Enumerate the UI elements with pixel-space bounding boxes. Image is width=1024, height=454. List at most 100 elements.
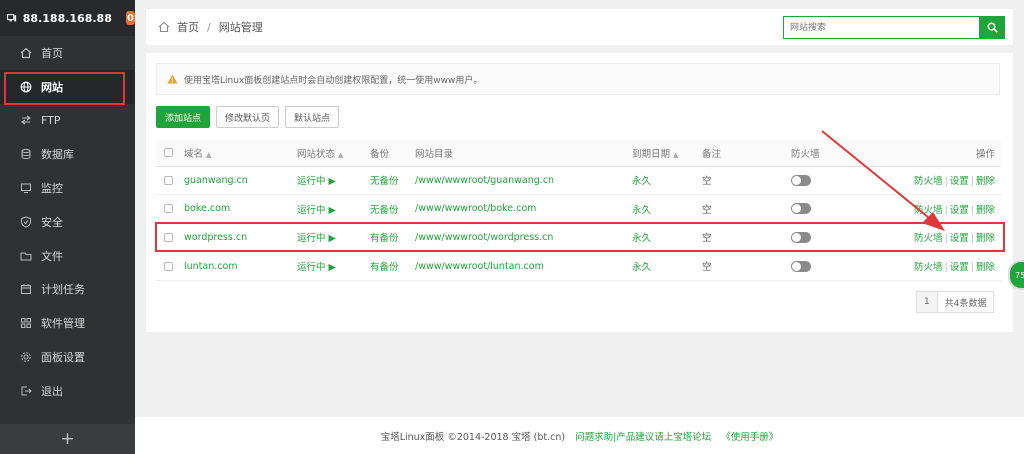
site-expire[interactable]: 永久	[632, 194, 702, 224]
table-row: boke.com 运行中 ▶ 无备份 /www/wwwroot/boke.com…	[156, 194, 1001, 224]
breadcrumb-home[interactable]: 首页	[177, 19, 199, 35]
sidebar-menu: 首页 网站 FTP 数据库 监控 安全 文件 计划任务 软件管理 面板设置 退出	[0, 36, 135, 408]
sidebar-item-label: 面板设置	[41, 351, 85, 365]
row-checkbox[interactable]	[164, 175, 173, 185]
sidebar-item-monitor[interactable]: 监控	[0, 171, 135, 205]
firewall-toggle[interactable]	[791, 231, 811, 243]
home-icon[interactable]	[158, 21, 170, 33]
select-all-checkbox[interactable]	[164, 148, 173, 158]
delete-link[interactable]: 删除	[976, 262, 995, 273]
row-checkbox[interactable]	[164, 204, 173, 214]
search-input[interactable]	[783, 16, 979, 39]
sidebar-item-label: 网站	[41, 80, 63, 94]
site-status[interactable]: 运行中 ▶	[297, 194, 370, 224]
settings-link[interactable]: 设置	[950, 205, 969, 216]
sort-icon: ▲	[673, 150, 679, 159]
pagination: 1 共4条数据	[916, 291, 995, 313]
search-button[interactable]	[979, 16, 1005, 39]
shield-icon	[21, 216, 31, 228]
site-status[interactable]: 运行中 ▶	[297, 251, 370, 281]
table-row: luntan.com 运行中 ▶ 有备份 /www/wwwroot/luntan…	[156, 251, 1001, 281]
firewall-link[interactable]: 防火墙	[914, 233, 943, 244]
sidebar-item-software[interactable]: 软件管理	[0, 306, 135, 340]
sidebar-item-panel-settings[interactable]: 面板设置	[0, 340, 135, 374]
delete-link[interactable]: 删除	[976, 233, 995, 244]
header-status[interactable]: 网站状态 ▲	[297, 140, 370, 167]
table-row: guanwang.cn 运行中 ▶ 无备份 /www/wwwroot/guanw…	[156, 166, 1001, 196]
firewall-link[interactable]: 防火墙	[914, 262, 943, 273]
site-dir-link[interactable]: /www/wwwroot/guanwang.cn	[415, 166, 632, 196]
add-button[interactable]: +	[0, 424, 135, 454]
sidebar-item-label: 软件管理	[41, 317, 85, 331]
site-note[interactable]: 空	[702, 223, 791, 253]
firewall-link[interactable]: 防火墙	[914, 176, 943, 187]
row-checkbox[interactable]	[164, 261, 173, 271]
header-dir: 网站目录	[415, 140, 632, 167]
site-status[interactable]: 运行中 ▶	[297, 223, 370, 253]
site-note[interactable]: 空	[702, 251, 791, 281]
monitor-icon	[21, 183, 31, 194]
site-backup[interactable]: 无备份	[370, 166, 415, 196]
row-checkbox[interactable]	[164, 232, 173, 242]
search-box	[783, 16, 1005, 39]
firewall-toggle[interactable]	[791, 203, 811, 215]
header-firewall: 防火墙	[791, 140, 871, 167]
site-domain-link[interactable]: wordpress.cn	[184, 223, 297, 253]
sidebar-item-crontab[interactable]: 计划任务	[0, 273, 135, 307]
firewall-link[interactable]: 防火墙	[914, 205, 943, 216]
manual-link[interactable]: 《使用手册》	[721, 429, 778, 443]
floating-speed-badge[interactable]: 75	[1008, 260, 1024, 290]
sidebar-item-security[interactable]: 安全	[0, 205, 135, 239]
notification-badge[interactable]: 0	[125, 11, 135, 25]
modify-default-page-button[interactable]: 修改默认页	[216, 106, 280, 128]
notice-text: 使用宝塔Linux面板创建站点时会自动创建权限配置，统一使用www用户。	[184, 75, 483, 86]
site-domain-link[interactable]: luntan.com	[184, 251, 297, 281]
add-site-button[interactable]: 添加站点	[156, 106, 211, 128]
site-backup[interactable]: 有备份	[370, 251, 415, 281]
sidebar-item-logout[interactable]: 退出	[0, 374, 135, 408]
page-number[interactable]: 1	[917, 292, 938, 312]
sidebar-item-ftp[interactable]: FTP	[0, 104, 135, 138]
default-site-button[interactable]: 默认站点	[285, 106, 340, 128]
sidebar-item-files[interactable]: 文件	[0, 239, 135, 273]
settings-link[interactable]: 设置	[950, 176, 969, 187]
sidebar-item-website[interactable]: 网站	[0, 69, 135, 105]
header-backup: 备份	[370, 140, 415, 167]
site-table: 域名 ▲ 网站状态 ▲ 备份 网站目录 到期日期 ▲ 备注 防火墙 操作 guanwa…	[156, 140, 1001, 281]
firewall-toggle[interactable]	[791, 260, 811, 272]
sidebar-item-database[interactable]: 数据库	[0, 137, 135, 171]
site-dir-link[interactable]: /www/wwwroot/wordpress.cn	[415, 223, 632, 253]
delete-link[interactable]: 删除	[976, 176, 995, 187]
monitor-icon	[7, 14, 17, 22]
site-expire[interactable]: 永久	[632, 166, 702, 196]
site-status[interactable]: 运行中 ▶	[297, 166, 370, 196]
footer: 宝塔Linux面板 ©2014-2018 宝塔 (bt.cn) 问题求助|产品建…	[135, 417, 1024, 454]
header-ops: 操作	[871, 140, 1001, 167]
site-note[interactable]: 空	[702, 166, 791, 196]
site-expire[interactable]: 永久	[632, 223, 702, 253]
site-backup[interactable]: 有备份	[370, 223, 415, 253]
site-domain-link[interactable]: guanwang.cn	[184, 166, 297, 196]
site-dir-link[interactable]: /www/wwwroot/luntan.com	[415, 251, 632, 281]
site-expire[interactable]: 永久	[632, 251, 702, 281]
top-bar: 首页 / 网站管理	[146, 9, 1013, 45]
settings-link[interactable]: 设置	[950, 233, 969, 244]
site-domain-link[interactable]: boke.com	[184, 194, 297, 224]
firewall-toggle[interactable]	[791, 174, 811, 186]
sort-icon: ▲	[206, 150, 212, 159]
sidebar-item-label: 退出	[41, 384, 63, 398]
notice-bar: 使用宝塔Linux面板创建站点时会自动创建权限配置，统一使用www用户。	[156, 63, 1000, 95]
header-expire[interactable]: 到期日期 ▲	[632, 140, 702, 167]
settings-link[interactable]: 设置	[950, 262, 969, 273]
header-domain[interactable]: 域名 ▲	[184, 140, 297, 167]
delete-link[interactable]: 删除	[976, 205, 995, 216]
home-icon	[20, 47, 32, 58]
sidebar-item-home[interactable]: 首页	[0, 36, 135, 70]
site-dir-link[interactable]: /www/wwwroot/boke.com	[415, 194, 632, 224]
site-note[interactable]: 空	[702, 194, 791, 224]
server-header: 88.188.168.88 0	[0, 0, 135, 36]
calendar-icon	[21, 284, 31, 295]
site-backup[interactable]: 无备份	[370, 194, 415, 224]
forum-link[interactable]: 问题求助|产品建议请上宝塔论坛	[575, 429, 711, 443]
sidebar-item-label: FTP	[41, 113, 61, 127]
